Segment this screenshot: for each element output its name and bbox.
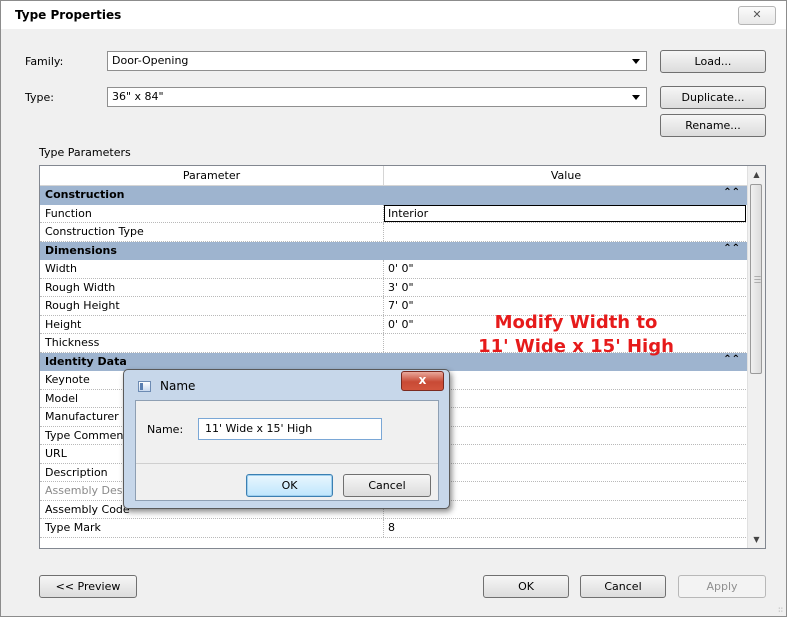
- window-icon: [138, 381, 151, 392]
- dialog-content: Family: Door-Opening Load... Type: 36" x…: [1, 29, 786, 616]
- group-row-dimensions[interactable]: Dimensions ⌃⌃: [40, 241, 748, 260]
- family-value: Door-Opening: [112, 54, 189, 67]
- ok-button[interactable]: OK: [483, 575, 569, 598]
- type-parameters-label: Type Parameters: [39, 146, 131, 159]
- name-dialog: Name x Name: 11' Wide x 15' High OK Canc…: [123, 369, 450, 509]
- table-row[interactable]: Width 0' 0": [40, 260, 748, 279]
- table-row[interactable]: Construction Type: [40, 223, 748, 242]
- scroll-up-icon[interactable]: ▲: [748, 166, 765, 183]
- collapse-icon[interactable]: ⌃⌃: [723, 187, 740, 198]
- table-row[interactable]: Type Mark 8: [40, 519, 748, 538]
- param-value: 3' 0": [388, 280, 414, 294]
- scroll-thumb[interactable]: — — —: [750, 184, 762, 374]
- table-row[interactable]: Function Interior: [40, 204, 748, 223]
- window-title: Type Properties: [15, 8, 122, 22]
- param-value: Interior: [388, 206, 429, 220]
- name-cancel-button[interactable]: Cancel: [343, 474, 431, 497]
- grip-icon: — — —: [754, 272, 761, 286]
- param-value: 8: [388, 521, 395, 534]
- param-name: Rough Height: [45, 299, 120, 312]
- param-value: 0' 0": [388, 262, 414, 275]
- collapse-icon[interactable]: ⌃⌃: [723, 354, 740, 365]
- table-header: Parameter Value: [40, 166, 748, 186]
- param-name: Type Comments: [45, 428, 134, 442]
- group-row-construction[interactable]: Construction ⌃⌃: [40, 186, 748, 205]
- param-name: Thickness: [45, 336, 100, 349]
- group-label: Dimensions: [45, 243, 117, 257]
- group-label: Construction: [45, 188, 125, 201]
- param-name: URL: [45, 447, 67, 460]
- type-label: Type:: [25, 91, 54, 104]
- annotation-line-2: 11' Wide x 15' High: [478, 336, 674, 357]
- title-bar: Type Properties ✕: [1, 1, 786, 29]
- duplicate-button[interactable]: Duplicate...: [660, 86, 766, 109]
- param-name: Type Mark: [45, 521, 101, 534]
- param-name: Keynote: [45, 373, 90, 386]
- chevron-down-icon: [632, 59, 640, 64]
- type-dropdown[interactable]: 36" x 84": [107, 87, 647, 107]
- rename-button[interactable]: Rename...: [660, 114, 766, 137]
- param-name: Rough Width: [45, 280, 116, 294]
- name-ok-button[interactable]: OK: [246, 474, 333, 497]
- param-name: Assembly Code: [45, 502, 130, 516]
- family-label: Family:: [25, 55, 64, 68]
- param-name: Width: [45, 262, 77, 275]
- divider: [136, 463, 438, 464]
- type-properties-window: Type Properties ✕ Family: Door-Opening L…: [0, 0, 787, 617]
- name-dialog-body: Name: 11' Wide x 15' High OK Cancel: [135, 400, 439, 501]
- window-close-button[interactable]: ✕: [738, 6, 776, 25]
- apply-button[interactable]: Apply: [678, 575, 766, 598]
- param-name: Model: [45, 391, 79, 405]
- param-name: Height: [45, 317, 82, 331]
- preview-button[interactable]: << Preview: [39, 575, 137, 598]
- load-button[interactable]: Load...: [660, 50, 766, 73]
- param-name: Construction Type: [45, 225, 144, 238]
- param-name: Manufacturer: [45, 410, 119, 423]
- type-value: 36" x 84": [112, 90, 164, 103]
- param-name: Function: [45, 206, 92, 220]
- table-row[interactable]: Rough Width 3' 0": [40, 278, 748, 297]
- annotation-overlay: Modify Width to 11' Wide x 15' High: [456, 311, 696, 359]
- scroll-down-icon[interactable]: ▼: [748, 531, 765, 548]
- chevron-down-icon: [632, 95, 640, 100]
- cancel-button[interactable]: Cancel: [580, 575, 666, 598]
- param-value: 0' 0": [388, 317, 414, 331]
- group-label: Identity Data: [45, 354, 127, 368]
- name-dialog-title: Name: [160, 379, 196, 393]
- param-value: 7' 0": [388, 299, 414, 312]
- family-dropdown[interactable]: Door-Opening: [107, 51, 647, 71]
- column-header-parameter[interactable]: Parameter: [40, 166, 384, 185]
- vertical-scrollbar[interactable]: ▲ — — — ▼: [747, 166, 765, 548]
- annotation-line-1: Modify Width to: [494, 312, 658, 333]
- close-icon[interactable]: x: [401, 371, 444, 391]
- resize-grip-icon[interactable]: ⋅⋅ ⋅⋅: [778, 605, 783, 616]
- collapse-icon[interactable]: ⌃⌃: [723, 243, 740, 254]
- name-field-label: Name:: [147, 423, 184, 436]
- param-name: Description: [45, 465, 108, 479]
- column-header-value[interactable]: Value: [384, 166, 748, 185]
- selected-value-cell[interactable]: [384, 204, 746, 222]
- name-input[interactable]: 11' Wide x 15' High: [198, 418, 382, 440]
